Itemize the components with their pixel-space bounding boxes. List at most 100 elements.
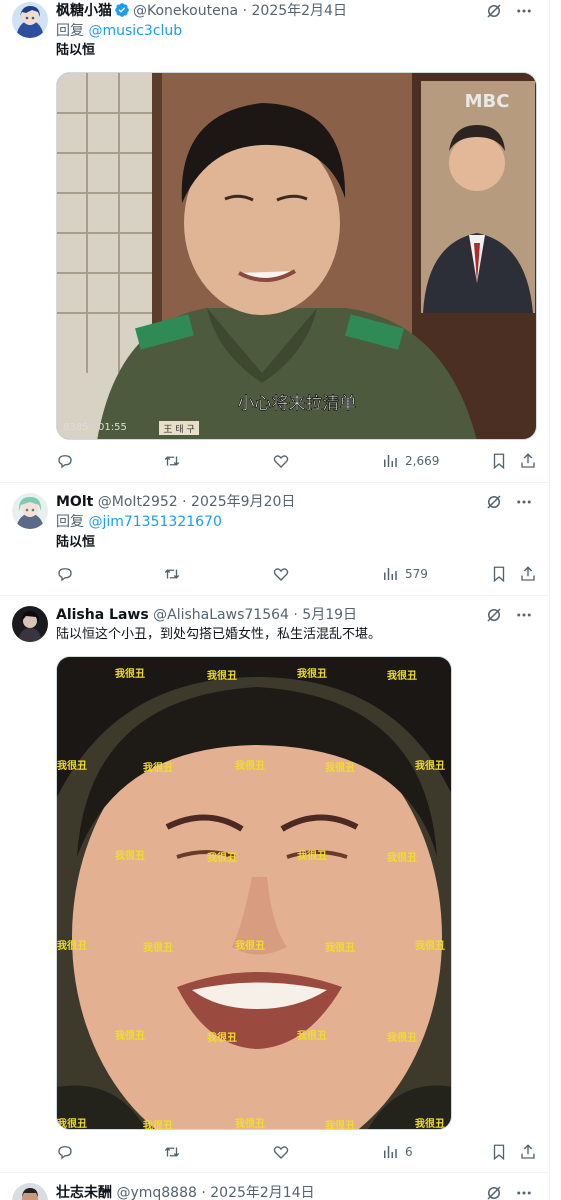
share-button[interactable]	[519, 451, 537, 471]
share-icon	[521, 1144, 535, 1159]
watermark: 我很丑	[57, 939, 87, 952]
video-timestamp: 8385 · 01:55	[63, 422, 127, 433]
author-name[interactable]: 枫糖小猫	[56, 3, 112, 19]
tweet-text: 陆以恒	[56, 535, 96, 550]
retweet-icon	[164, 569, 180, 579]
watermark: 我很丑	[115, 849, 145, 862]
tweet-text: 陆以恒这个小丑，到处勾搭已婚女性，私生活混乱不堪。	[56, 627, 382, 642]
author-handle[interactable]: @AlishaLaws71564	[153, 607, 289, 623]
tweet-2[interactable]: MOlt @MoIt2952 · 2025年9月20日 回复 @jim71351…	[0, 483, 549, 595]
reply-button[interactable]	[56, 1142, 74, 1162]
tweet-1[interactable]: 枫糖小猫 @Konekoutena · 2025年2月4日 回复 @music3c…	[0, 0, 549, 480]
tweet-4[interactable]: 壮志未酬 @ymq8888 · 2025年2月14日	[0, 1173, 549, 1200]
grok-icon[interactable]	[485, 493, 503, 511]
share-button[interactable]	[519, 1142, 537, 1162]
author-handle[interactable]: @MoIt2952	[98, 494, 178, 510]
tweet-header: 枫糖小猫 @Konekoutena · 2025年2月4日	[56, 2, 347, 19]
reply-icon	[58, 455, 72, 469]
author-handle[interactable]: @Konekoutena	[133, 3, 238, 19]
watermark: 我很丑	[387, 1031, 417, 1044]
replying-to-link[interactable]: @jim71351321670	[88, 514, 221, 530]
watermark: 我很丑	[207, 1031, 237, 1044]
bookmark-icon	[493, 566, 505, 583]
avatar[interactable]	[12, 1183, 48, 1200]
verified-badge-icon	[114, 2, 130, 18]
tweet-3[interactable]: Alisha Laws @AlishaLaws71564 · 5月19日 陆以恒…	[0, 596, 549, 1170]
tweet-actions: 6	[56, 1142, 539, 1162]
bookmark-button[interactable]	[490, 1142, 508, 1162]
avatar[interactable]	[12, 606, 48, 642]
watermark: 我很丑	[325, 941, 355, 954]
views-button[interactable]: 2,669	[381, 451, 439, 471]
watermark: 我很丑	[115, 667, 145, 680]
tweet-header: 壮志未酬 @ymq8888 · 2025年2月14日	[56, 1185, 315, 1200]
tweet-top-actions	[485, 606, 533, 624]
views-count: 2,669	[405, 454, 440, 468]
views-count: 6	[405, 1145, 413, 1159]
tweet-top-actions	[485, 493, 533, 511]
watermark: 我很丑	[207, 851, 237, 864]
author-handle[interactable]: @ymq8888	[116, 1185, 196, 1200]
tweet-date[interactable]: 2025年2月14日	[210, 1185, 314, 1200]
replying-to-link[interactable]: @music3club	[88, 23, 182, 39]
views-button[interactable]: 579	[381, 564, 428, 584]
tweet-image[interactable]: MBC 王 태 구 8385 · 01:55 小心将来拉清单	[56, 72, 537, 440]
like-button[interactable]	[272, 451, 290, 471]
tweet-image[interactable]: 我很丑 我很丑 我很丑 我很丑 我很丑 我很丑 我很丑 我很丑 我很丑 我很丑 …	[56, 656, 452, 1130]
watermark: 我很丑	[235, 1117, 265, 1130]
retweet-button[interactable]	[163, 451, 181, 471]
avatar[interactable]	[12, 2, 48, 38]
more-icon[interactable]	[515, 606, 533, 624]
more-icon[interactable]	[515, 2, 533, 20]
author-name[interactable]: Alisha Laws	[56, 607, 149, 623]
timeline-border	[549, 0, 550, 1200]
watermark: 我很丑	[297, 667, 327, 680]
watermark: 我很丑	[115, 1029, 145, 1042]
watermark: 我很丑	[387, 669, 417, 682]
watermark: 我很丑	[57, 1117, 87, 1130]
share-button[interactable]	[519, 564, 537, 584]
tweet-date[interactable]: 2025年2月4日	[252, 3, 347, 19]
watermark: 我很丑	[387, 851, 417, 864]
tweet-header: Alisha Laws @AlishaLaws71564 · 5月19日	[56, 607, 358, 623]
watermark: 我很丑	[325, 761, 355, 774]
watermark: 我很丑	[415, 939, 445, 952]
tweet-top-actions	[485, 1184, 533, 1200]
more-icon[interactable]	[515, 493, 533, 511]
reply-button[interactable]	[56, 451, 74, 471]
like-icon	[273, 455, 289, 468]
retweet-icon	[164, 1147, 180, 1157]
watermark: 我很丑	[143, 1119, 173, 1130]
author-name[interactable]: MOlt	[56, 494, 93, 510]
watermark: 我很丑	[415, 1117, 445, 1130]
retweet-button[interactable]	[163, 564, 181, 584]
bookmark-icon	[493, 453, 505, 470]
retweet-button[interactable]	[163, 1142, 181, 1162]
watermark: 我很丑	[57, 759, 87, 772]
bookmark-button[interactable]	[490, 451, 508, 471]
like-button[interactable]	[272, 1142, 290, 1162]
reply-icon	[58, 1146, 72, 1160]
reply-button[interactable]	[56, 564, 74, 584]
views-button[interactable]: 6	[381, 1142, 413, 1162]
avatar[interactable]	[12, 493, 48, 529]
watermark: 我很丑	[235, 759, 265, 772]
tweet-text: 陆以恒	[56, 43, 96, 58]
replying-to: 回复 @jim71351321670	[56, 514, 222, 530]
tweet-date[interactable]: 2025年9月20日	[191, 494, 295, 510]
like-icon	[273, 568, 289, 581]
more-icon[interactable]	[515, 1184, 533, 1200]
retweet-icon	[164, 456, 180, 466]
bookmark-button[interactable]	[490, 564, 508, 584]
like-button[interactable]	[272, 564, 290, 584]
grok-icon[interactable]	[485, 606, 503, 624]
views-icon	[384, 1146, 397, 1158]
like-icon	[273, 1146, 289, 1159]
grok-icon[interactable]	[485, 2, 503, 20]
author-name[interactable]: 壮志未酬	[56, 1185, 112, 1200]
watermark: 我很丑	[297, 849, 327, 862]
tweet-actions: 579	[56, 564, 539, 584]
replying-to: 回复 @music3club	[56, 23, 183, 39]
grok-icon[interactable]	[485, 1184, 503, 1200]
tweet-date[interactable]: 5月19日	[302, 607, 357, 623]
